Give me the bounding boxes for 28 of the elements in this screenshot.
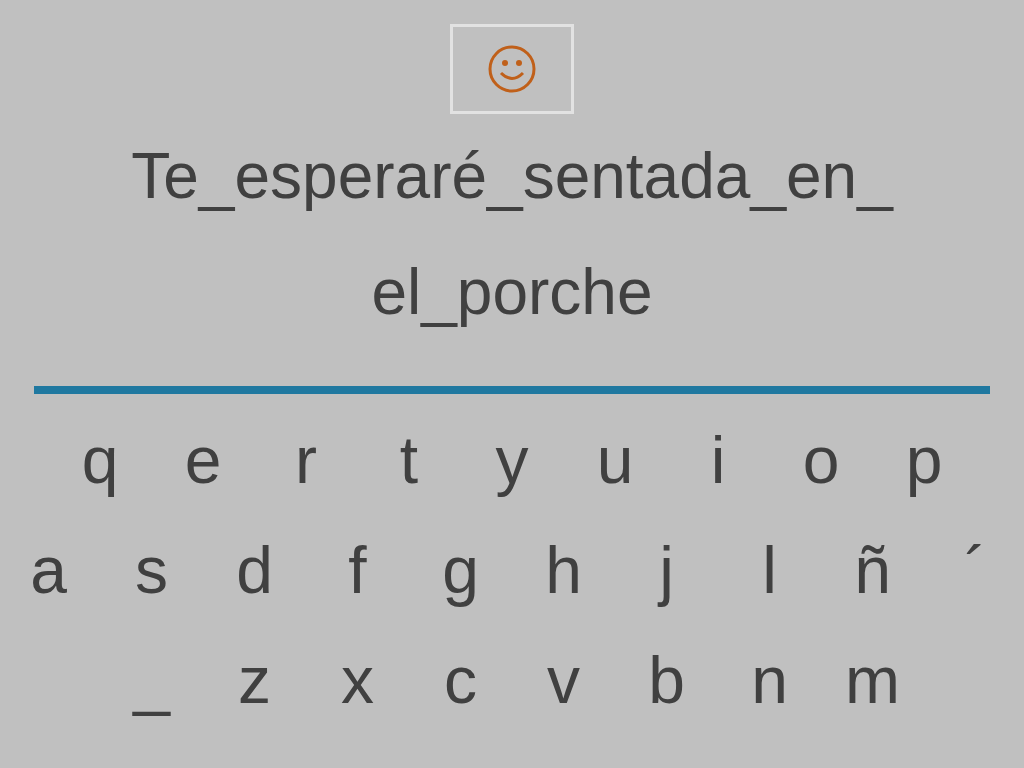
letter-key[interactable]: a: [0, 534, 100, 606]
letter-key[interactable]: ñ: [821, 534, 924, 606]
letter-key[interactable]: q: [48, 424, 152, 496]
letter-key[interactable]: ´: [924, 534, 1024, 606]
smiley-icon: [487, 44, 537, 94]
letter-key[interactable]: x: [306, 644, 409, 716]
letter-key[interactable]: t: [357, 424, 461, 496]
letter-key[interactable]: m: [821, 644, 924, 716]
letter-key[interactable]: y: [460, 424, 564, 496]
letter-key[interactable]: i: [666, 424, 770, 496]
letter-key[interactable]: d: [203, 534, 306, 606]
letter-key[interactable]: g: [409, 534, 512, 606]
letter-key[interactable]: v: [512, 644, 615, 716]
letter-key[interactable]: o: [769, 424, 873, 496]
letter-key[interactable]: c: [409, 644, 512, 716]
letter-key[interactable]: l: [718, 534, 821, 606]
letter-key[interactable]: n: [718, 644, 821, 716]
letter-key[interactable]: r: [254, 424, 358, 496]
letter-key[interactable]: b: [615, 644, 718, 716]
letter-key[interactable]: p: [872, 424, 976, 496]
letter-key[interactable]: j: [615, 534, 718, 606]
letter-key[interactable]: z: [203, 644, 306, 716]
letter-key[interactable]: e: [151, 424, 255, 496]
letter-key[interactable]: u: [563, 424, 667, 496]
letter-key[interactable]: h: [512, 534, 615, 606]
letter-key[interactable]: _: [100, 644, 203, 716]
letter-key[interactable]: f: [306, 534, 409, 606]
letter-key[interactable]: s: [100, 534, 203, 606]
